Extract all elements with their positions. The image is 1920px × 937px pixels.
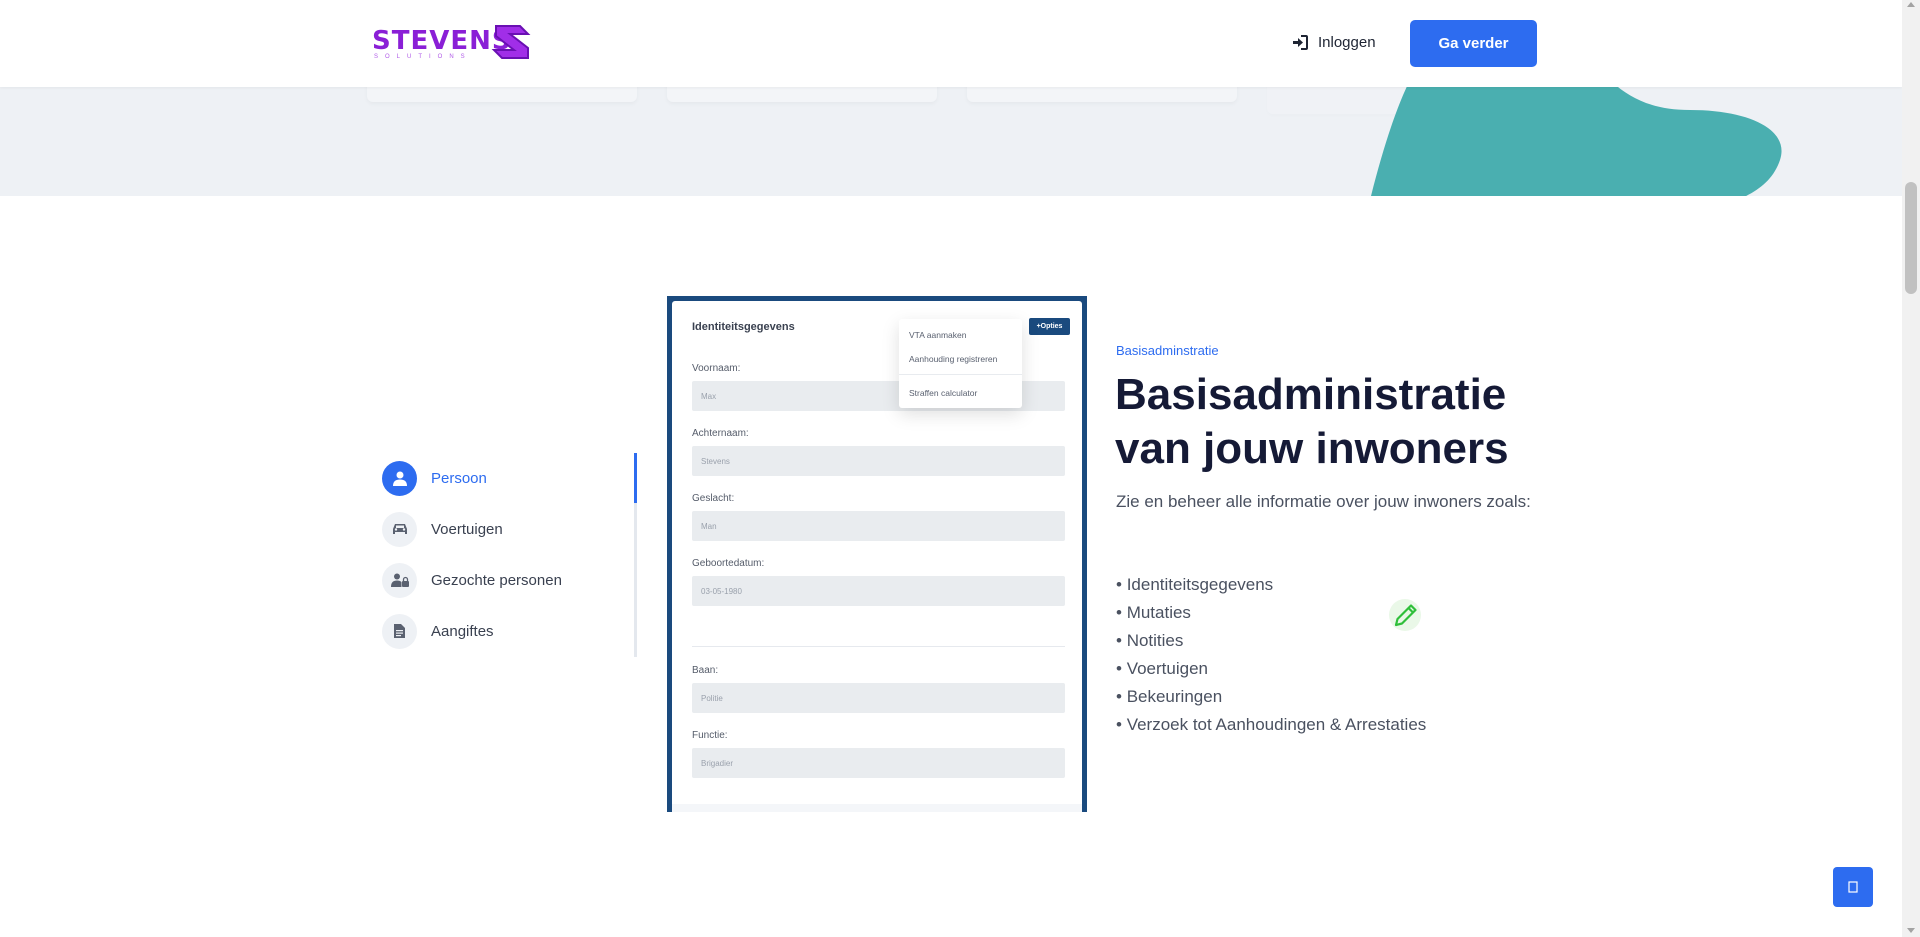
identity-form-mockup: Identiteitsgegevens +Opties Voornaam: Ma… [667,296,1087,812]
list-item: Notities [1116,627,1426,655]
mockup-field-value: Politie [692,683,1065,713]
tab-persoon[interactable]: Persoon [382,459,487,497]
list-item: Voertuigen [1116,655,1426,683]
login-link[interactable]: Inloggen [1292,30,1376,54]
mockup-field-value: Brigadier [692,748,1065,778]
mockup-field-value: Man [692,511,1065,541]
mockup-field-label: Geboortedatum: [692,558,765,569]
mockup-field-label: Voornaam: [692,363,741,374]
login-label: Inloggen [1318,33,1376,51]
list-item: Mutaties [1116,599,1426,627]
tab-label: Gezochte personen [431,571,562,589]
tab-label: Persoon [431,469,487,487]
tab-aangiftes[interactable]: Aangiftes [382,612,494,650]
feature-tabs: Persoon Voertuigen Gezochte personen Aan… [382,453,638,657]
list-item: Identiteitsgegevens [1116,571,1426,599]
scroll-down-arrow-icon[interactable] [1907,928,1915,933]
section-intro: Zie en beheer alle informatie over jouw … [1116,492,1531,511]
user-lock-icon [382,562,417,598]
section-eyebrow: Basisadminstratie [1116,343,1219,358]
tab-rail-active-indicator [634,453,637,503]
mockup-bottom-edge [672,804,1082,812]
arrow-up-icon [1848,881,1858,893]
mockup-menu-separator [899,374,1022,375]
tab-label: Voertuigen [431,520,503,538]
mockup-field-label: Geslacht: [692,493,735,504]
logo[interactable]: STEVENS SOLUTIONS [372,20,532,64]
mockup-field-value: 03-05-1980 [692,576,1065,606]
mockup-options-button: +Opties [1029,318,1070,335]
mockup-field-label: Achternaam: [692,428,749,439]
site-header: STEVENS SOLUTIONS Inloggen Ga verder [0,0,1902,87]
document-icon [382,613,417,649]
user-icon [382,460,417,496]
sign-in-icon [1293,34,1308,50]
mockup-card: Identiteitsgegevens +Opties Voornaam: Ma… [672,301,1082,812]
feature-list: Identiteitsgegevens Mutaties Notities Vo… [1116,571,1427,739]
pencil-icon [1389,599,1421,631]
mockup-options-menu: VTA aanmaken Aanhouding registreren Stra… [899,319,1022,408]
scroll-up-arrow-icon[interactable] [1907,2,1915,7]
mockup-field-value: Stevens [692,446,1065,476]
tab-gezochte-personen[interactable]: Gezochte personen [382,561,562,599]
mockup-menu-item: VTA aanmaken [909,330,967,340]
mockup-field-label: Functie: [692,730,728,741]
mockup-menu-item: Aanhouding registreren [909,354,998,364]
continue-button[interactable]: Ga verder [1410,20,1537,67]
mockup-divider [692,646,1065,647]
scroll-thumb[interactable] [1905,182,1917,294]
list-item: Bekeuringen [1116,683,1426,711]
back-to-top-button[interactable] [1833,867,1873,907]
car-icon [382,511,417,547]
section-heading: Basisadministratie van jouw inwoners [1115,370,1509,473]
mockup-title: Identiteitsgegevens [692,321,795,333]
tab-label: Aangiftes [431,622,494,640]
list-item: Verzoek tot Aanhoudingen & Arrestaties [1116,711,1427,739]
logo-mark-icon [491,25,531,59]
page-scrollbar[interactable] [1902,0,1920,937]
mockup-menu-item: Straffen calculator [909,388,978,398]
mockup-field-label: Baan: [692,665,719,676]
tab-voertuigen[interactable]: Voertuigen [382,510,503,548]
logo-tagline: SOLUTIONS [374,54,472,60]
